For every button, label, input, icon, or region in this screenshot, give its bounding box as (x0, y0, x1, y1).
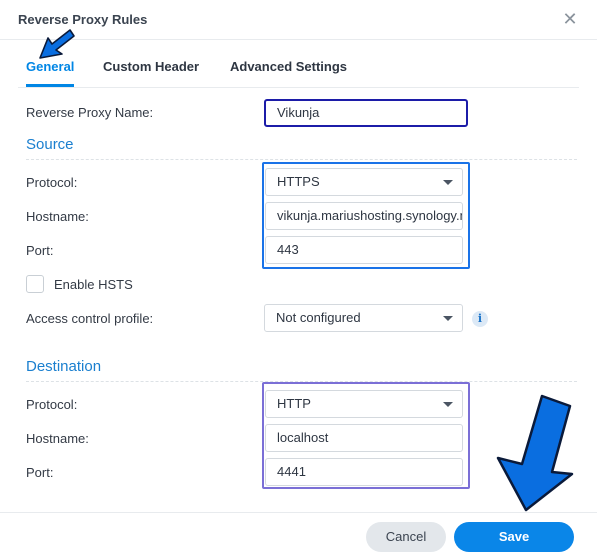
source-protocol-label: Protocol: (26, 175, 78, 190)
source-port-input[interactable]: 443 (265, 236, 463, 264)
footer-divider (0, 512, 597, 513)
save-button[interactable]: Save (454, 522, 574, 552)
tab-custom-header[interactable]: Custom Header (103, 59, 199, 87)
close-icon[interactable]: ✕ (560, 9, 580, 29)
cancel-button[interactable]: Cancel (366, 522, 446, 552)
destination-protocol-label: Protocol: (26, 397, 78, 412)
reverse-proxy-name-input[interactable]: Vikunja (264, 99, 468, 127)
tab-divider (18, 87, 579, 88)
info-icon[interactable]: i (472, 311, 488, 327)
destination-port-input[interactable]: 4441 (265, 458, 463, 486)
source-section-title: Source (26, 136, 74, 153)
chevron-down-icon (443, 402, 453, 407)
enable-hsts-checkbox[interactable] (26, 275, 44, 293)
access-control-value: Not configured (276, 310, 361, 325)
source-divider (26, 159, 577, 160)
enable-hsts-label: Enable HSTS (54, 277, 133, 292)
tab-general[interactable]: General (26, 59, 75, 87)
destination-port-label: Port: (26, 465, 54, 480)
chevron-down-icon (443, 180, 453, 185)
source-protocol-value: HTTPS (277, 174, 320, 189)
source-hostname-input[interactable]: vikunja.mariushosting.synology.me (265, 202, 463, 230)
reverse-proxy-dialog: Reverse Proxy Rules ✕ General Custom Hea… (0, 0, 597, 557)
dialog-title: Reverse Proxy Rules (18, 12, 148, 27)
tab-bar: General Custom Header Advanced Settings (0, 41, 597, 87)
destination-section-title: Destination (26, 358, 102, 375)
destination-protocol-value: HTTP (277, 396, 311, 411)
annotation-arrow-icon (496, 394, 574, 512)
source-port-label: Port: (26, 243, 54, 258)
tab-advanced-settings[interactable]: Advanced Settings (230, 59, 347, 87)
destination-hostname-input[interactable]: localhost (265, 424, 463, 452)
access-control-label: Access control profile: (26, 311, 154, 326)
reverse-proxy-name-label: Reverse Proxy Name: (26, 105, 154, 120)
dialog-titlebar: Reverse Proxy Rules ✕ (0, 0, 597, 40)
destination-divider (26, 381, 577, 382)
source-protocol-select[interactable]: HTTPS (265, 168, 463, 196)
source-hostname-label: Hostname: (26, 209, 89, 224)
destination-hostname-label: Hostname: (26, 431, 89, 446)
destination-protocol-select[interactable]: HTTP (265, 390, 463, 418)
access-control-select[interactable]: Not configured (264, 304, 463, 332)
chevron-down-icon (443, 316, 453, 321)
